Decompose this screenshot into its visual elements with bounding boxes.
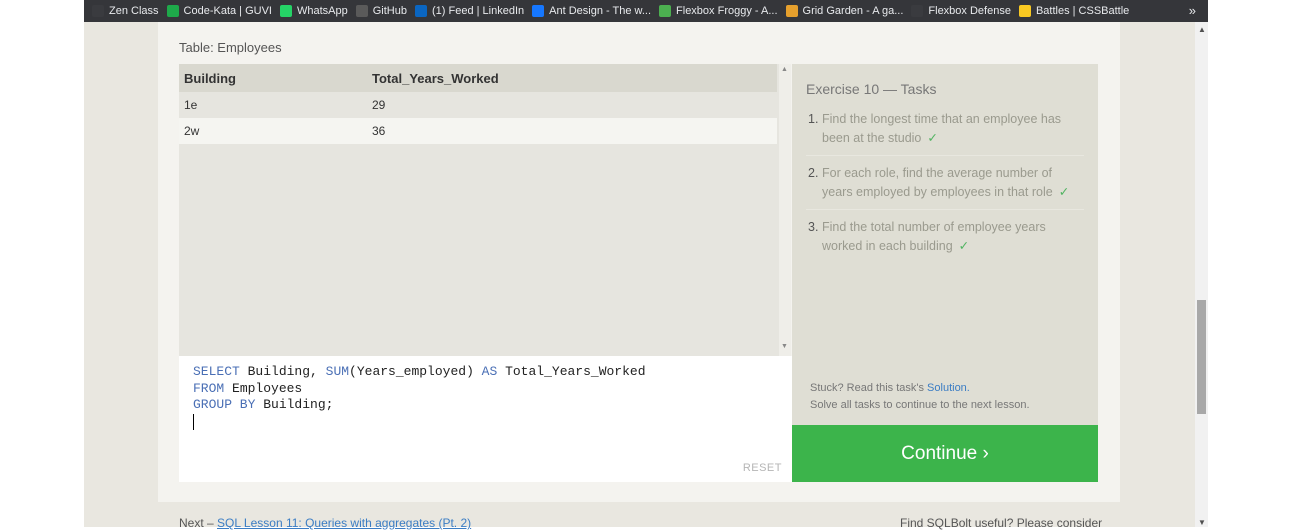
bookmark-label: GitHub <box>372 5 407 17</box>
guvi-icon <box>166 5 179 17</box>
sql-token: Building, <box>239 364 326 379</box>
column-header-building: Building <box>179 64 367 92</box>
sql-keyword: FROM <box>193 380 225 396</box>
ant-design-icon <box>532 5 545 17</box>
table-caption: Table: Employees <box>179 40 282 55</box>
stuck-hint: Stuck? Read this task's Solution. Solve … <box>810 380 1030 414</box>
stuck-text: Stuck? Read this task's <box>810 382 928 394</box>
linkedin-icon <box>414 5 427 17</box>
solution-link[interactable]: Solution. <box>927 382 970 394</box>
bookmark-item[interactable]: Grid Garden - A ga... <box>785 0 904 22</box>
bookmark-item[interactable]: Ant Design - The w... <box>532 0 651 22</box>
table-header-row: Building Total_Years_Worked <box>179 64 777 92</box>
check-icon: ✓ <box>1058 184 1070 199</box>
sql-editor[interactable]: SELECT Building, SUM(Years_employed) AS … <box>179 356 792 482</box>
code-line: SELECT Building, SUM(Years_employed) AS … <box>193 364 646 381</box>
github-icon <box>355 5 368 17</box>
tasks-panel: Exercise 10 — Tasks 1. Find the longest … <box>792 64 1098 425</box>
scroll-down-arrow-icon[interactable]: ▼ <box>781 343 788 350</box>
flexbox-defense-icon <box>911 5 924 17</box>
page-scrollbar[interactable]: ▲ ▼ <box>1195 22 1208 527</box>
result-scrollbar[interactable]: ▲ ▼ <box>779 64 791 356</box>
bookmark-label: Code-Kata | GUVI <box>183 5 272 17</box>
text-cursor <box>193 413 194 430</box>
support-text: Find SQLBolt useful? Please consider <box>900 516 1103 530</box>
task-number: 3. <box>808 220 819 234</box>
table-row: 1e 29 <box>179 92 777 118</box>
zen-class-icon <box>92 5 104 17</box>
check-icon: ✓ <box>958 238 970 253</box>
task-number: 1. <box>808 112 819 126</box>
bookmark-item[interactable]: Zen Class <box>92 0 159 22</box>
bookmark-item[interactable]: (1) Feed | LinkedIn <box>414 0 525 22</box>
bookmark-label: Battles | CSSBattle <box>1035 5 1130 17</box>
bookmark-item[interactable]: Code-Kata | GUVI <box>166 0 272 22</box>
whatsapp-icon <box>279 5 292 17</box>
scroll-down-arrow-icon[interactable]: ▼ <box>1198 518 1206 527</box>
frog-icon <box>659 5 672 17</box>
table-cell: 1e <box>179 92 367 118</box>
table-cell: 36 <box>367 118 777 144</box>
result-table-panel: Building Total_Years_Worked 1e 29 2w 36 <box>179 64 779 356</box>
scroll-up-arrow-icon[interactable]: ▲ <box>781 66 788 73</box>
bookmarks-bar: Zen Class Code-Kata | GUVI WhatsApp GitHub (… <box>84 0 1208 22</box>
reset-button[interactable]: RESET <box>743 462 782 474</box>
table-row: 2w 36 <box>179 118 777 144</box>
sql-token: Total_Years_Worked <box>497 364 646 379</box>
sql-token: Employees <box>224 380 303 396</box>
next-prefix: Next – <box>179 516 218 530</box>
stuck-line-2: Solve all tasks to continue to the next … <box>810 399 1030 411</box>
result-table: Building Total_Years_Worked 1e 29 2w 36 <box>179 64 777 144</box>
sql-keyword: SELECT <box>193 364 240 379</box>
scrollbar-thumb[interactable] <box>1197 300 1206 414</box>
sql-token: Building; <box>255 397 334 412</box>
bookmark-label: Zen Class <box>109 5 159 17</box>
code-line: GROUP BY Building; <box>193 397 646 414</box>
bookmark-item[interactable]: GitHub <box>355 0 407 22</box>
task-item: 1. Find the longest time that an employe… <box>806 110 1084 156</box>
bookmarks-overflow-button[interactable]: » <box>1189 0 1196 22</box>
scroll-up-arrow-icon[interactable]: ▲ <box>1198 25 1206 34</box>
bookmark-label: Ant Design - The w... <box>549 5 652 17</box>
table-cell: 29 <box>367 92 777 118</box>
sql-keyword: SUM <box>325 364 350 379</box>
bookmark-item[interactable]: Flexbox Defense <box>911 0 1011 22</box>
sql-token: (Years_employed) <box>349 364 482 379</box>
bookmark-item[interactable]: Flexbox Froggy - A... <box>659 0 778 22</box>
task-list: 1. Find the longest time that an employe… <box>806 110 1084 271</box>
check-icon: ✓ <box>927 130 938 145</box>
sql-keyword: GROUP BY <box>193 397 256 412</box>
sql-keyword: AS <box>481 364 498 379</box>
task-text: Find the longest time that an employee h… <box>822 112 1062 145</box>
code-line: FROM Employees <box>193 381 646 398</box>
bookmark-label: Grid Garden - A ga... <box>802 5 904 17</box>
bookmark-label: Flexbox Defense <box>928 5 1011 17</box>
column-header-total-years-worked: Total_Years_Worked <box>367 64 777 92</box>
bookmark-label: WhatsApp <box>296 5 348 17</box>
continue-button[interactable]: Continue › <box>792 425 1098 482</box>
sql-code[interactable]: SELECT Building, SUM(Years_employed) AS … <box>193 364 646 430</box>
bookmark-label: (1) Feed | LinkedIn <box>431 5 525 17</box>
task-number: 2. <box>808 166 819 180</box>
next-lesson-link[interactable]: SQL Lesson 11: Queries with aggregates (… <box>217 516 471 530</box>
code-line <box>193 413 646 431</box>
bookmark-label: Flexbox Froggy - A... <box>676 5 778 17</box>
task-text: For each role, find the average number o… <box>822 166 1053 199</box>
task-item: 2. For each role, find the average numbe… <box>806 164 1084 210</box>
cssbattle-icon <box>1018 5 1031 17</box>
next-lesson: Next – SQL Lesson 11: Queries with aggre… <box>179 516 471 530</box>
bookmark-item[interactable]: Battles | CSSBattle <box>1018 0 1130 22</box>
table-cell: 2w <box>179 118 367 144</box>
tasks-title: Exercise 10 — Tasks <box>806 81 937 97</box>
task-item: 3. Find the total number of employee yea… <box>806 218 1084 263</box>
carrot-icon <box>785 5 798 17</box>
task-text: Find the total number of employee years … <box>822 220 1046 253</box>
bookmark-item[interactable]: WhatsApp <box>279 0 348 22</box>
